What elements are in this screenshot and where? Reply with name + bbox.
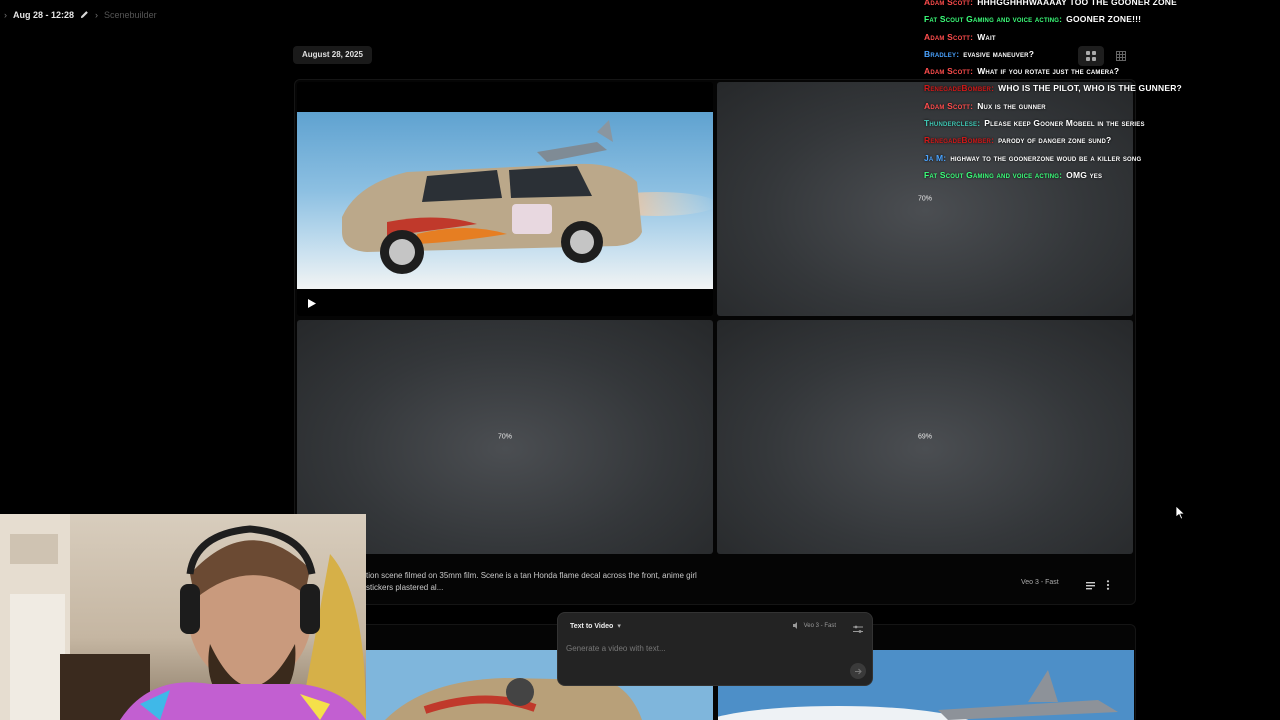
breadcrumb-separator-icon: › xyxy=(95,10,99,20)
caret-down-icon: ▾ xyxy=(617,623,621,630)
chat-username: Ja M: xyxy=(924,152,947,163)
send-button[interactable] xyxy=(850,663,866,679)
chat-text: GOONER ZONE!!! xyxy=(1066,14,1142,25)
webcam-overlay xyxy=(0,514,366,720)
generating-tile[interactable]: 69% xyxy=(717,320,1133,554)
chat-message: Adam Scott: HHHGGHHHWAAAAY TOO THE GOONER… xyxy=(924,0,1280,11)
chat-text: HHHGGHHHWAAAAY TOO THE GOONER ZONE xyxy=(977,0,1178,7)
prompt-text[interactable]: tion scene filmed on 35mm film. Scene is… xyxy=(366,570,726,594)
prompt-row: tion scene filmed on 35mm film. Scene is… xyxy=(366,570,1136,600)
chat-overlay: Adam Scott: HHHGGHHHWAAAAY TOO THE GOONER… xyxy=(924,0,1280,184)
chat-username: Bradley: xyxy=(924,48,960,59)
project-title[interactable]: Aug 28 - 12:28 xyxy=(13,10,74,20)
chat-text: Wait xyxy=(977,31,996,42)
chat-text: Please keep Gooner Mobeel in the series xyxy=(984,118,1145,129)
arrow-right-icon xyxy=(854,668,862,674)
chat-message: RenegadeBomber: WHO IS THE PILOT, WHO IS … xyxy=(924,80,1280,97)
chat-username: Adam Scott: xyxy=(924,66,974,77)
edit-pencil-icon[interactable] xyxy=(80,10,89,21)
progress-label: 70% xyxy=(497,433,512,441)
chat-text: highway to the goonerzone woud be a kill… xyxy=(950,152,1142,163)
chat-text: evasive maneuver? xyxy=(963,48,1035,59)
prompt-input[interactable] xyxy=(566,641,816,655)
model-selector[interactable]: Veo 3 - Fast xyxy=(792,622,836,629)
chat-message: Ja M: highway to the goonerzone woud be a… xyxy=(924,150,1280,167)
streamer-webcam-image xyxy=(0,514,366,720)
audio-icon xyxy=(792,622,797,629)
mode-label: Text to Video xyxy=(570,623,614,630)
mode-dropdown[interactable]: Text to Video ▾ xyxy=(570,622,621,630)
chat-username: Fat Scout Gaming and voice acting: xyxy=(924,169,1063,180)
flying-minivan-image xyxy=(342,120,713,274)
chat-username: RenegadeBomber: xyxy=(924,83,995,94)
chat-message: Adam Scott: Nux is the gunner xyxy=(924,98,1280,115)
progress-label: 70% xyxy=(917,195,932,203)
chat-message: Fat Scout Gaming and voice acting: OMG ye… xyxy=(924,167,1280,184)
top-bar: › Aug 28 - 12:28 › Scenebuilder xyxy=(0,0,900,30)
text-to-video-composer: Text to Video ▾ Veo 3 - Fast xyxy=(557,612,873,686)
settings-icon[interactable] xyxy=(853,621,863,639)
chat-text: Nux is the gunner xyxy=(977,100,1046,111)
chat-message: Adam Scott: What if you rotate just the c… xyxy=(924,63,1280,80)
chat-text: OMG yes xyxy=(1066,169,1103,180)
chat-username: Adam Scott: xyxy=(924,100,974,111)
chat-username: RenegadeBomber: xyxy=(924,135,995,146)
more-options-icon[interactable] xyxy=(1106,577,1110,595)
chat-message: RenegadeBomber: parody of danger zone sun… xyxy=(924,132,1280,149)
reuse-prompt-icon[interactable] xyxy=(1086,577,1095,595)
chat-text: parody of danger zone sund? xyxy=(998,135,1112,146)
progress-label: 69% xyxy=(917,433,932,441)
chat-username: Thunderclese: xyxy=(924,118,981,129)
row-actions xyxy=(1086,577,1110,595)
chat-username: Fat Scout Gaming and voice acting: xyxy=(924,14,1063,25)
chat-text: WHO IS THE PILOT, WHO IS THE GUNNER? xyxy=(998,83,1182,94)
chat-message: Bradley: evasive maneuver? xyxy=(924,46,1280,63)
chat-username: Adam Scott: xyxy=(924,31,974,42)
breadcrumb-scenebuilder[interactable]: Scenebuilder xyxy=(104,10,157,20)
chat-text: What if you rotate just the camera? xyxy=(977,66,1120,77)
date-chip: August 28, 2025 xyxy=(293,46,372,64)
mouse-cursor-icon xyxy=(1175,505,1186,525)
video-tile[interactable] xyxy=(297,82,713,316)
play-icon[interactable] xyxy=(308,295,316,313)
model-label: Veo 3 - Fast xyxy=(1021,579,1059,586)
video-thumbnail[interactable] xyxy=(297,112,713,289)
chat-message: Adam Scott: Wait xyxy=(924,29,1280,46)
chat-message: Fat Scout Gaming and voice acting: GOONER… xyxy=(924,11,1280,28)
chevron-right-icon[interactable]: › xyxy=(4,10,7,20)
chat-username: Adam Scott: xyxy=(924,0,974,7)
model-selector-label: Veo 3 - Fast xyxy=(803,622,836,629)
chat-message: Thunderclese: Please keep Gooner Mobeel i… xyxy=(924,115,1280,132)
